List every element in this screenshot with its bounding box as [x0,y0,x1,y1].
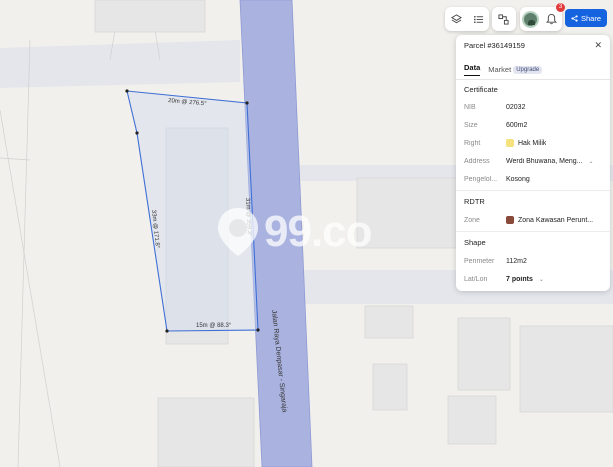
watermark-text: 99.co [264,207,373,256]
close-icon[interactable]: ✕ [594,40,602,51]
pengelola-value: Kosong [506,175,530,183]
panel-title: Parcel #36149159 [464,41,525,50]
watermark-logo: 99.co [214,206,373,258]
zone-color-swatch [506,216,514,224]
chevron-down-icon[interactable]: ⌄ [539,276,544,283]
notifications-button[interactable]: 3 [541,3,565,31]
share-icon [571,14,578,22]
tab-data[interactable]: Data [464,63,481,76]
share-button[interactable]: Share [565,9,607,27]
avatar [522,10,539,28]
zone-row[interactable]: Zone Zona Kawasan Perunt... [464,215,604,225]
address-value: Werdi Bhuwana, Meng... [506,157,583,165]
right-value-wrap: Hak Milik [506,139,546,147]
zone-label: Zone [464,216,480,224]
nib-row: NIB 02032 [464,102,604,112]
nib-label: NIB [464,103,476,111]
address-label: Address [464,157,490,165]
perimeter-label: Perimeter [464,257,495,265]
right-row: Right Hak Milik [464,138,604,148]
section-divider [456,190,610,191]
perimeter-value: 112m2 [506,257,527,265]
address-row[interactable]: Address Werdi Bhuwana, Meng... ⌄ [464,156,604,166]
latlon-row[interactable]: Lat/Lon 7 points ⌄ [464,274,604,284]
latlon-value-wrap: 7 points ⌄ [506,276,544,283]
share-label: Share [580,13,601,23]
layers-icon [450,13,462,23]
bell-icon [546,13,557,25]
list-button[interactable] [467,7,489,31]
select-area-button[interactable] [492,7,516,31]
perimeter-row: Perimeter 112m2 [464,256,604,266]
latlon-value: 7 points [506,275,533,283]
account-controls: 3 [520,3,565,31]
chevron-down-icon[interactable]: ⌄ [589,158,594,165]
upgrade-badge[interactable]: Upgrade [513,65,543,74]
side-road [0,40,240,88]
panel-tabs: Data Market Upgrade [464,63,543,76]
parcel-panel: Parcel #36149159 ✕ Data Market Upgrade C… [456,35,610,291]
address-value-wrap: Werdi Bhuwana, Meng... ⌄ [506,158,594,165]
zone-value: Zona Kawasan Perunt... [518,216,594,224]
layers-button[interactable] [445,7,467,31]
shape-heading: Shape [464,238,486,247]
zone-value-wrap: Zona Kawasan Perunt... [506,216,593,224]
select-area-icon [497,13,509,25]
size-label: Size [464,121,478,129]
tab-market[interactable]: Market [488,65,511,74]
list-icon [473,15,483,23]
layer-controls [445,7,489,31]
section-divider [456,231,610,232]
profile-button[interactable] [520,7,541,31]
edge-label-bottom: 15m @ 88.3° [196,323,232,329]
latlon-label: Lat/Lon [464,275,488,283]
location-pin-icon [218,208,258,256]
pengelola-row: Pengelol... Kosong [464,174,604,184]
rdtr-heading: RDTR [464,197,485,206]
nib-value: 02032 [506,103,526,111]
right-value: Hak Milik [518,139,547,147]
certificate-heading: Certificate [464,85,498,94]
pengelola-label: Pengelol... [464,175,498,183]
size-row: Size 600m2 [464,120,604,130]
size-value: 600m2 [506,121,528,129]
notification-badge: 3 [556,3,565,12]
right-label: Right [464,139,481,147]
tab-divider [456,79,610,80]
right-color-swatch [506,139,514,147]
